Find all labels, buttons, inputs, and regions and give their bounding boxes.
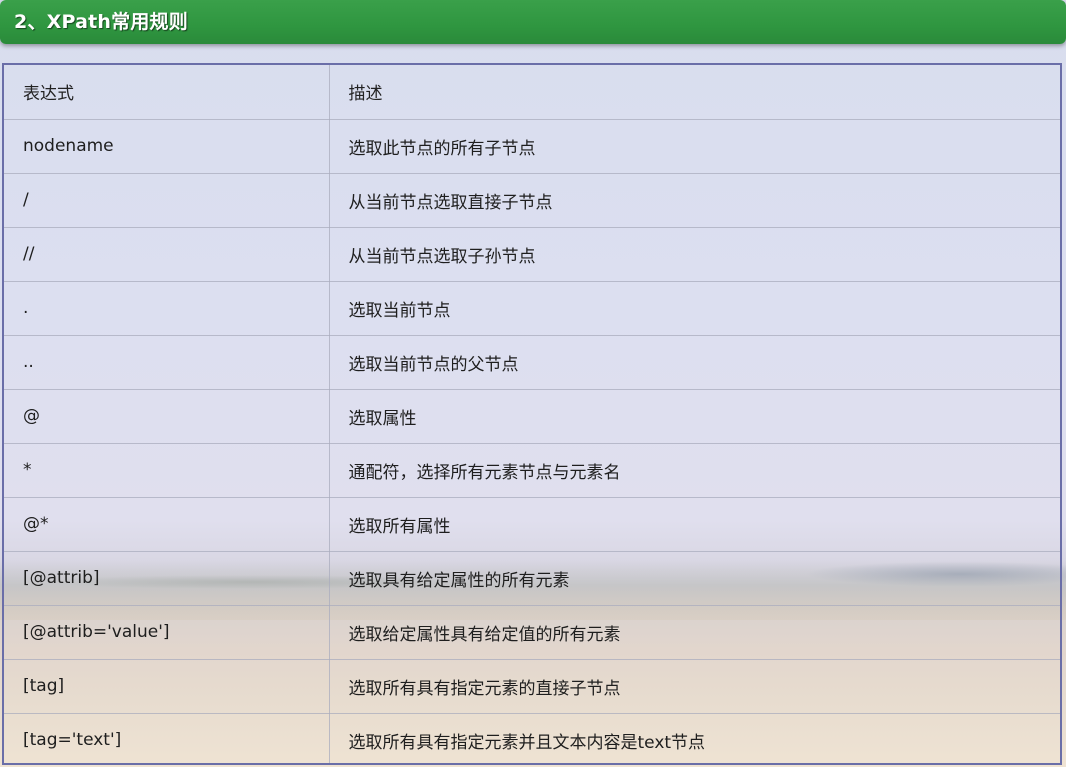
expression-cell: [tag='text'] [4, 713, 330, 763]
table-row: nodename 选取此节点的所有子节点 [4, 119, 1060, 174]
expression-cell: @ [4, 389, 330, 444]
table-row: * 通配符，选择所有元素节点与元素名 [4, 443, 1060, 498]
expression-cell: .. [4, 335, 330, 390]
xpath-rules-table: 表达式 描述 nodename 选取此节点的所有子节点 / 从当前节点选取直接子… [2, 63, 1062, 765]
description-cell: 从当前节点选取直接子节点 [329, 173, 1060, 228]
description-cell: 选取当前节点 [329, 281, 1060, 336]
description-cell: 从当前节点选取子孙节点 [329, 227, 1060, 282]
expression-cell: [@attrib] [4, 551, 330, 606]
expression-cell: / [4, 173, 330, 228]
expression-cell: nodename [4, 119, 330, 174]
expression-cell: . [4, 281, 330, 336]
section-header: 2、XPath常用规则 [0, 0, 1066, 44]
description-cell: 选取当前节点的父节点 [329, 335, 1060, 390]
expression-cell: * [4, 443, 330, 498]
table-row: . 选取当前节点 [4, 281, 1060, 336]
expression-cell: @* [4, 497, 330, 552]
table-row: @ 选取属性 [4, 389, 1060, 444]
description-cell: 选取所有属性 [329, 497, 1060, 552]
table-row: [@attrib] 选取具有给定属性的所有元素 [4, 551, 1060, 606]
description-cell: 通配符，选择所有元素节点与元素名 [329, 443, 1060, 498]
expression-cell: // [4, 227, 330, 282]
table-row: [@attrib='value'] 选取给定属性具有给定值的所有元素 [4, 605, 1060, 660]
table-row: @* 选取所有属性 [4, 497, 1060, 552]
description-cell: 选取给定属性具有给定值的所有元素 [329, 605, 1060, 660]
description-cell: 选取所有具有指定元素的直接子节点 [329, 659, 1060, 714]
table-row: [tag='text'] 选取所有具有指定元素并且文本内容是text节点 [4, 713, 1060, 763]
table-header-row: 表达式 描述 [4, 65, 1060, 120]
description-cell: 选取此节点的所有子节点 [329, 119, 1060, 174]
table-row: [tag] 选取所有具有指定元素的直接子节点 [4, 659, 1060, 714]
header-expression: 表达式 [4, 65, 330, 120]
expression-cell: [tag] [4, 659, 330, 714]
header-description: 描述 [329, 65, 1060, 120]
section-title: 2、XPath常用规则 [14, 11, 188, 33]
description-cell: 选取所有具有指定元素并且文本内容是text节点 [329, 713, 1060, 763]
table-row: / 从当前节点选取直接子节点 [4, 173, 1060, 228]
table-row: .. 选取当前节点的父节点 [4, 335, 1060, 390]
rules-table: 表达式 描述 nodename 选取此节点的所有子节点 / 从当前节点选取直接子… [4, 65, 1060, 763]
description-cell: 选取属性 [329, 389, 1060, 444]
description-cell: 选取具有给定属性的所有元素 [329, 551, 1060, 606]
expression-cell: [@attrib='value'] [4, 605, 330, 660]
table-row: // 从当前节点选取子孙节点 [4, 227, 1060, 282]
